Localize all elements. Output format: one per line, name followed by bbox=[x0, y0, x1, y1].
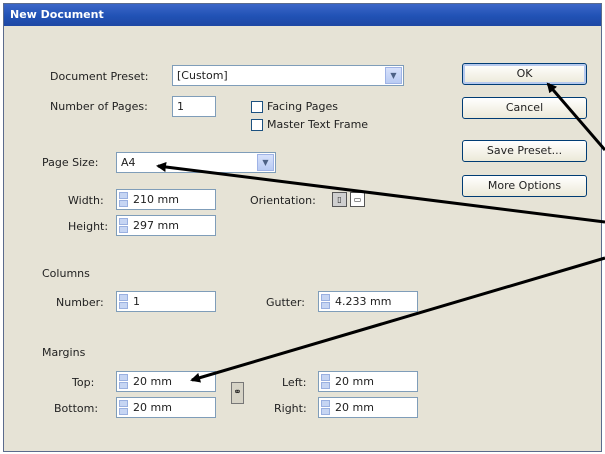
arrow-to-ok bbox=[546, 82, 605, 151]
arrow-to-margin-top bbox=[190, 256, 605, 383]
annotation-arrows bbox=[156, 82, 605, 383]
arrow-to-page-size bbox=[156, 162, 605, 224]
